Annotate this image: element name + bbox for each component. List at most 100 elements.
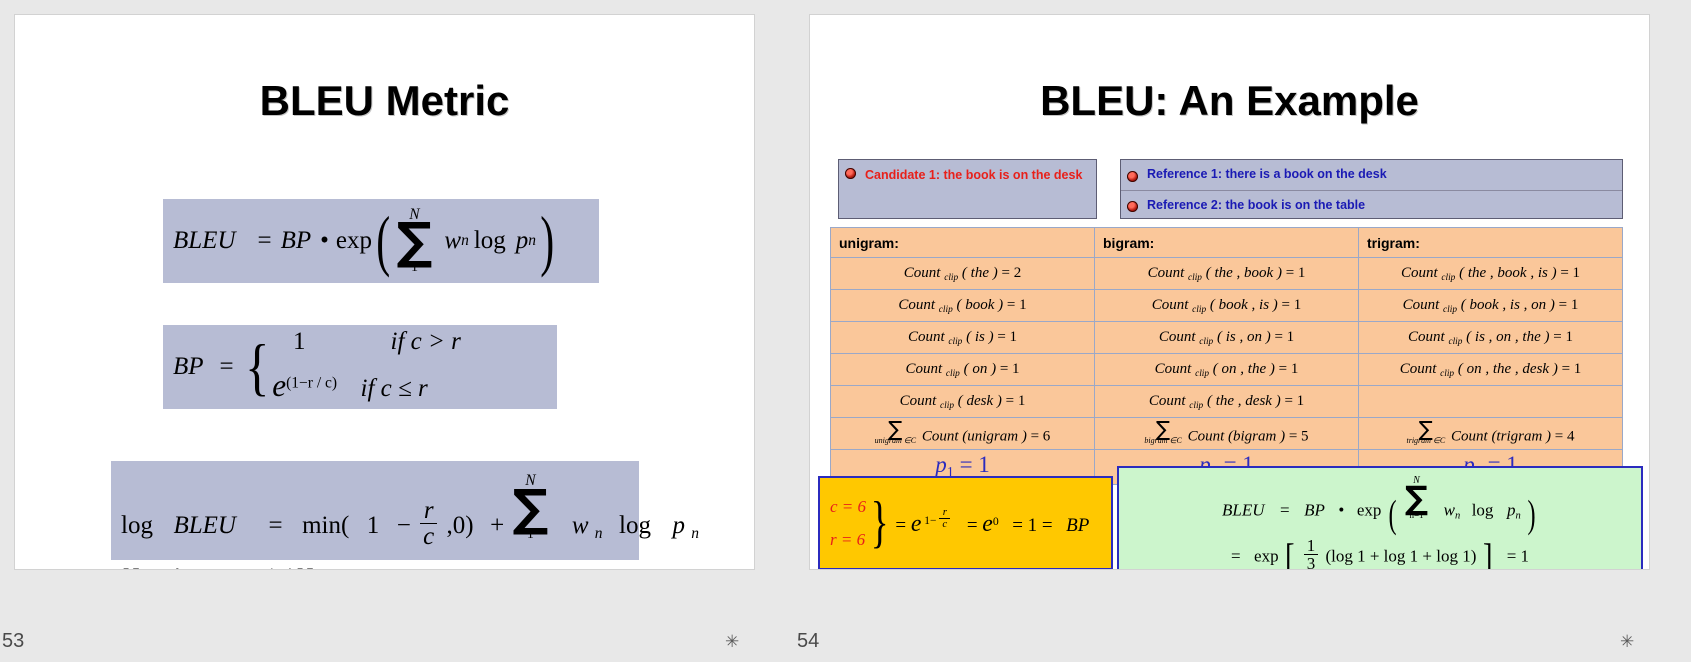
- count-arg: ( the , book ): [1205, 264, 1282, 281]
- fraction-denominator: 3: [1306, 553, 1316, 570]
- r-value: r = 6: [830, 530, 866, 549]
- count-arg: ( desk ): [957, 392, 1002, 409]
- count-eq: = 1: [1274, 328, 1295, 345]
- table-row: Count clip ( on ) = 1 Count clip ( on , …: [830, 353, 1623, 386]
- count-arg: ( book ): [956, 296, 1004, 313]
- formula-bp-lhs: BP: [173, 353, 204, 380]
- sum-value: = 4: [1554, 428, 1575, 445]
- bracket-open-icon: [: [1284, 535, 1295, 570]
- count-fn: Count: [1399, 360, 1437, 377]
- count-eq: = 1: [1553, 328, 1573, 345]
- bleu-line2-eq: =: [1230, 546, 1241, 566]
- right-brace-icon: }: [870, 491, 889, 555]
- formula-log-bleu-log: log: [121, 512, 153, 539]
- trigram-count-3: Count clip ( is , on , the ) = 1: [1358, 321, 1623, 354]
- formula-log-bleu-p-sub: n: [691, 524, 699, 542]
- count-fn: Count: [1154, 360, 1192, 377]
- bleu-calc-line1: BLEU = BP • exp ( N ∑ n=1 wn log pn): [1119, 475, 1641, 533]
- p-value: = 1: [959, 452, 990, 478]
- count-arg: ( is , on ): [1216, 328, 1271, 345]
- slide-53[interactable]: BLEU Metric BLEU = BP • exp ( N ∑ 1 w n …: [14, 14, 755, 570]
- formula-log-bleu-eq: =: [268, 512, 283, 539]
- page-title-54: BLEU: An Example: [1040, 77, 1419, 124]
- bracket-close-icon: ]: [1482, 535, 1493, 570]
- bleu-calc-log: log: [1471, 500, 1494, 520]
- sum-subscript: bigram ∈C: [1144, 435, 1182, 445]
- trigram-count-1: Count clip ( the , book , is ) = 1: [1358, 257, 1623, 290]
- count-sub: clip: [938, 304, 953, 315]
- count-sub: clip: [1440, 368, 1455, 379]
- bleu-calculation-box: BLEU = BP • exp ( N ∑ n=1 wn log pn) = …: [1117, 466, 1643, 570]
- count-arg: ( the , desk ): [1206, 392, 1281, 409]
- slide-panel-54[interactable]: BLEU: An Example Candidate 1: the book i…: [795, 0, 1691, 662]
- sum-value: = 5: [1288, 428, 1309, 445]
- formula-log-bleu-one: 1: [366, 512, 380, 539]
- count-eq: = 1: [1284, 392, 1305, 409]
- trigram-count-4: Count clip ( on , the , desk ) = 1: [1358, 353, 1623, 386]
- count-fn: Count: [1158, 328, 1196, 345]
- count-eq: = 1: [1278, 360, 1299, 377]
- left-brace-icon: {: [244, 331, 270, 403]
- bleu-calc-w: w: [1443, 500, 1455, 520]
- formula-log-bleu-lhs: BLEU: [173, 512, 236, 539]
- bleu-line2-result: = 1: [1506, 546, 1530, 566]
- bp-mid-eq: =: [966, 515, 978, 537]
- formula-log-bleu-line1: log BLEU = min( 1 − r c ,0) + N ∑ 1 w n …: [121, 473, 699, 550]
- count-sub: clip: [1199, 336, 1214, 347]
- count-sub: clip: [1189, 400, 1204, 411]
- column-header-unigram: unigram:: [830, 227, 1095, 258]
- bleu-line2-exp: exp: [1254, 546, 1279, 566]
- slide-panel-53[interactable]: BLEU Metric BLEU = BP • exp ( N ∑ 1 w n …: [0, 0, 795, 662]
- star-icon[interactable]: ✳: [725, 633, 739, 650]
- slide-footer-54: 54 ✳: [795, 620, 1691, 662]
- slide-54[interactable]: BLEU: An Example Candidate 1: the book i…: [809, 14, 1650, 570]
- count-fn: Count: [1147, 264, 1185, 281]
- bullet-icon: [1127, 170, 1138, 182]
- c-r-values: c = 6 r = 6: [830, 490, 866, 556]
- bleu-calc-line2: = exp [ 1 3 (log 1 + log 1 + log 1) ] = …: [1119, 535, 1641, 570]
- unigram-count-3: Count clip ( is ) = 1: [830, 321, 1095, 354]
- count-arg: ( book , is ): [1209, 296, 1278, 313]
- star-icon[interactable]: ✳: [1620, 633, 1634, 650]
- count-sub: clip: [1188, 272, 1202, 283]
- count-arg: ( on , the , desk ): [1457, 360, 1558, 377]
- bp-calculation-box: c = 6 r = 6 } = e 1− r c = e0 = 1 = BP: [818, 476, 1113, 569]
- formula-bleu-lhs: BLEU: [173, 227, 236, 254]
- count-arg: ( is , on , the ): [1466, 328, 1550, 345]
- unigram-sum: ∑ unigram ∈C Count (unigram ) = 6: [830, 417, 1095, 450]
- formula-log-bleu-line2: N = 4 , w n = 1 / N: [121, 564, 639, 569]
- fraction-numerator: 1: [1303, 536, 1319, 555]
- formula-log-bleu: log BLEU = min( 1 − r c ,0) + N ∑ 1 w n …: [111, 461, 699, 569]
- bp-e2: e: [982, 511, 993, 538]
- formula-bleu-p: p: [515, 227, 529, 254]
- reference-text-2: Reference 2: the book is on the table: [1147, 197, 1366, 212]
- table-row: Count clip ( desk ) = 1 Count clip ( the…: [830, 385, 1623, 418]
- formula-bp-case1-cond: if c > r: [390, 328, 461, 356]
- bullet-icon: [845, 168, 856, 179]
- ngram-count-table: unigram: bigram: trigram: Count clip ( t…: [830, 227, 1623, 485]
- candidate-text: Candidate 1: the book is on the desk: [865, 168, 1083, 182]
- fraction-numerator: r: [420, 498, 438, 525]
- count-sub: clip: [1441, 272, 1456, 283]
- count-arg: ( on ): [963, 360, 997, 377]
- count-sub: clip: [945, 368, 960, 379]
- bp-rest: = 1 =: [1012, 515, 1053, 537]
- formula-bleu-log: log: [473, 227, 506, 254]
- formula-log-bleu-log2: log: [619, 512, 651, 539]
- unigram-count-4: Count clip ( on ) = 1: [830, 353, 1095, 386]
- bp-expression: = e 1− r c = e0 = 1 = BP: [895, 507, 1089, 538]
- formula-bleu-bp: BP: [280, 227, 312, 254]
- summation-icon: N ∑ 1: [396, 205, 433, 276]
- formula-bp-case2-cond: if c ≤ r: [360, 375, 428, 403]
- sum-value: = 6: [1030, 428, 1051, 445]
- sum-subscript: trigram ∈C: [1406, 435, 1446, 445]
- count-fn: Count: [1400, 264, 1438, 281]
- formula-log-bleu-p: p: [672, 512, 685, 539]
- count-fn: Count: [903, 264, 941, 281]
- count-sub: clip: [1448, 336, 1463, 347]
- reference-box: Reference 1: there is a book on the desk…: [1120, 159, 1623, 219]
- bp-label: BP: [1066, 515, 1090, 537]
- count-arg: ( the , book , is ): [1459, 264, 1557, 281]
- bp-eq: =: [895, 515, 907, 537]
- unigram-count-2: Count clip ( book ) = 1: [830, 289, 1095, 322]
